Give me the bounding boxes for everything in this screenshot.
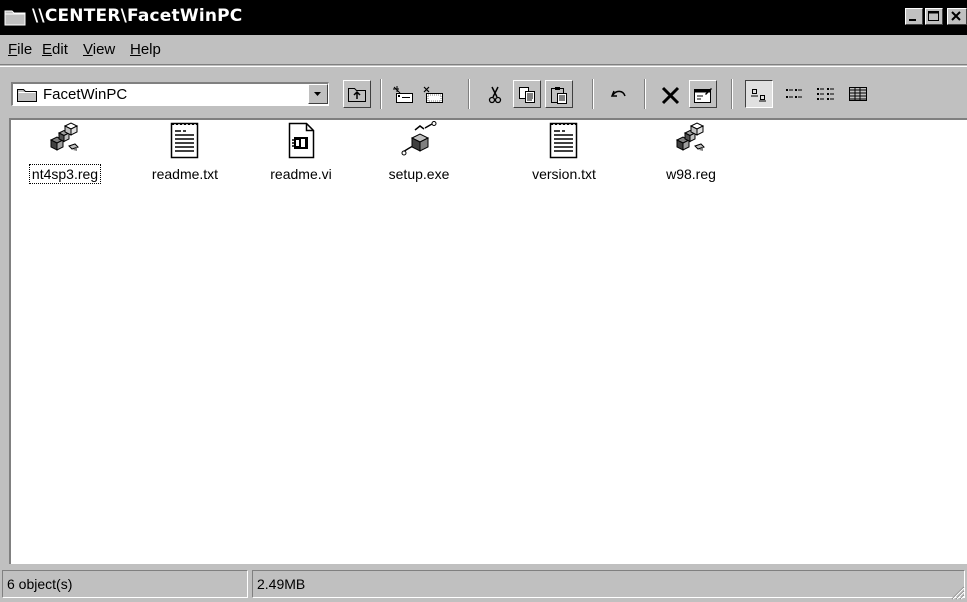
file-name: version.txt: [514, 166, 614, 182]
disconnect-network-drive-button[interactable]: [419, 80, 447, 108]
file-item[interactable]: readme.vi: [251, 120, 351, 210]
text-document-icon: [544, 120, 584, 160]
map-drive-icon: [393, 86, 413, 103]
menu-view-label: iew: [92, 41, 116, 58]
clipboard-paste-icon: [551, 87, 567, 104]
maximize-button[interactable]: [925, 8, 943, 25]
address-combobox[interactable]: FacetWinPC: [11, 82, 329, 106]
delete-x-icon: [661, 86, 680, 105]
menu-file-label: ile: [17, 41, 33, 58]
toolbar-separator: [731, 79, 733, 109]
folder-icon[interactable]: [4, 8, 26, 26]
resize-grip-icon[interactable]: [949, 584, 965, 600]
menu-view-accesskey: V: [83, 41, 93, 58]
delete-button[interactable]: [657, 80, 685, 108]
properties-icon: [694, 88, 712, 103]
properties-button[interactable]: [689, 80, 717, 108]
up-one-level-button[interactable]: [343, 80, 371, 108]
file-name: setup.exe: [369, 166, 469, 182]
toolbar-separator: [644, 79, 646, 109]
status-bar: 6 object(s) 2.49MB: [0, 566, 967, 602]
close-button[interactable]: [947, 8, 967, 25]
minimize-button[interactable]: [905, 8, 923, 25]
status-object-count: 6 object(s): [2, 570, 248, 598]
file-item[interactable]: setup.exe: [369, 120, 469, 210]
list-view-icon: [817, 88, 834, 100]
file-list-view[interactable]: nt4sp3.reg readme.txt readme.vi setup.ex…: [9, 118, 967, 564]
file-name-text: w98.reg: [666, 166, 716, 182]
small-icons-icon: [786, 89, 802, 98]
file-name: w98.reg: [641, 166, 741, 182]
title-bar[interactable]: \\CENTER\FacetWinPC: [0, 0, 967, 35]
vi-file-icon: [281, 120, 321, 160]
toolbar: FacetWinPC: [0, 66, 967, 116]
file-name: nt4sp3.reg: [15, 164, 115, 184]
file-name: readme.vi: [251, 166, 351, 182]
undo-button[interactable]: [605, 80, 633, 108]
cut-button[interactable]: [481, 80, 509, 108]
large-icons-icon: [751, 89, 766, 102]
copy-button[interactable]: [513, 80, 541, 108]
map-network-drive-button[interactable]: [389, 80, 417, 108]
file-item[interactable]: nt4sp3.reg: [15, 120, 115, 210]
address-value: FacetWinPC: [43, 86, 128, 103]
menu-help[interactable]: Help: [130, 41, 161, 58]
folder-icon: [17, 87, 37, 102]
menu-help-accesskey: H: [130, 41, 141, 58]
large-icons-view-button[interactable]: [745, 80, 773, 108]
file-item[interactable]: readme.txt: [135, 120, 235, 210]
registry-icon: [45, 120, 85, 160]
explorer-window: \\CENTER\FacetWinPC File Edit View Help …: [0, 0, 967, 602]
setup-exe-icon: [399, 120, 439, 160]
copy-icon: [519, 87, 535, 103]
file-item[interactable]: w98.reg: [641, 120, 741, 210]
menu-file[interactable]: File: [8, 41, 32, 58]
file-name-text: nt4sp3.reg: [28, 164, 102, 184]
file-name-text: readme.txt: [151, 166, 219, 182]
menu-edit-label: dit: [52, 41, 68, 58]
window-title: \\CENTER\FacetWinPC: [32, 6, 243, 26]
menu-edit[interactable]: Edit: [42, 41, 68, 58]
details-view-button[interactable]: [844, 80, 872, 108]
file-item[interactable]: version.txt: [514, 120, 614, 210]
menu-view[interactable]: View: [83, 41, 115, 58]
menu-bar: File Edit View Help: [0, 35, 967, 65]
undo-icon: [610, 90, 626, 97]
registry-icon: [671, 120, 711, 160]
menu-help-label: elp: [140, 41, 161, 58]
toolbar-separator: [468, 79, 470, 109]
paste-button[interactable]: [545, 80, 573, 108]
file-name-text: version.txt: [532, 166, 596, 182]
toolbar-separator: [592, 79, 594, 109]
scissors-icon: [488, 86, 502, 104]
text-document-icon: [165, 120, 205, 160]
menu-file-accesskey: F: [8, 41, 18, 58]
chevron-down-icon[interactable]: [308, 84, 328, 104]
file-name: readme.txt: [135, 166, 235, 182]
disconnect-drive-icon: [423, 86, 443, 103]
file-name-text: setup.exe: [388, 166, 450, 182]
toolbar-separator: [380, 79, 382, 109]
file-name-text: readme.vi: [270, 166, 332, 182]
list-view-button[interactable]: [812, 80, 840, 108]
small-icons-view-button[interactable]: [780, 80, 808, 108]
details-view-icon: [849, 87, 867, 101]
menu-edit-accesskey: E: [42, 41, 53, 58]
status-total-size: 2.49MB: [252, 570, 965, 598]
folder-up-icon: [348, 88, 366, 102]
